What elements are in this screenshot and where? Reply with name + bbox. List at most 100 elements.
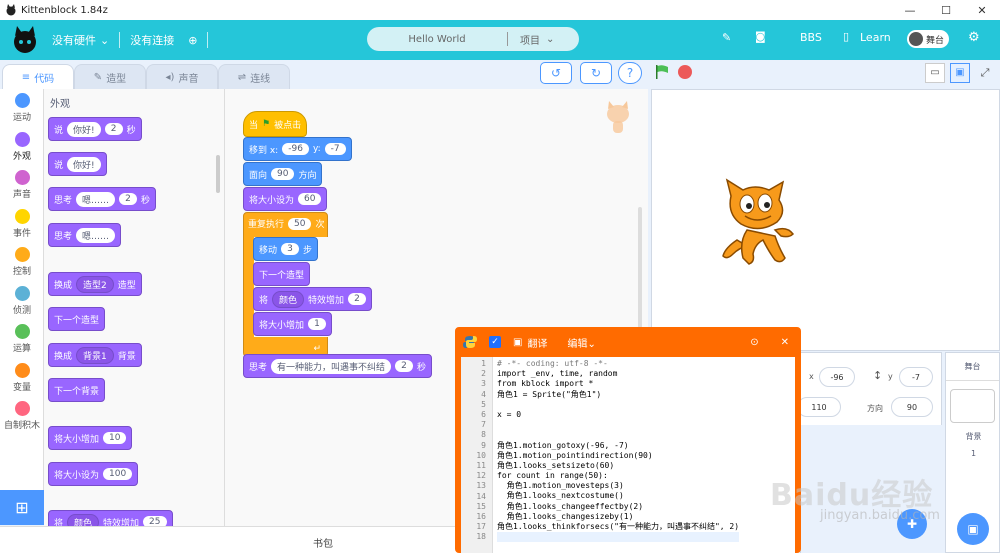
- block-change-size[interactable]: 将大小增加 10: [48, 426, 133, 450]
- code-line[interactable]: 角色1 = Sprite("角色1"): [497, 390, 739, 400]
- code-line[interactable]: 角色1.looks_nextcostume(): [497, 491, 739, 501]
- translate-button[interactable]: 翻译: [527, 335, 547, 350]
- code-editor[interactable]: 1 2 3 4 5 6 7 8 9 10 11 12 13 14 15 16 17 18 # -*- coding…: [461, 357, 795, 553]
- code-line[interactable]: 角色1.looks_changeeffectby(2): [497, 502, 739, 512]
- code-line[interactable]: [497, 430, 739, 440]
- category-2[interactable]: 声音: [0, 170, 44, 200]
- category-7[interactable]: 变量: [0, 362, 44, 393]
- category-1[interactable]: 外观: [0, 131, 44, 162]
- block-input[interactable]: -96: [282, 143, 309, 155]
- code-line[interactable]: 角色1.motion_gotoxy(-96, -7): [497, 441, 739, 451]
- hardware-menu[interactable]: 没有硬件 ⌄: [52, 32, 109, 48]
- add-extension-button[interactable]: ⊞: [0, 490, 44, 525]
- sprite-direction-input[interactable]: 90: [891, 397, 933, 417]
- stage-canvas[interactable]: [651, 89, 1000, 351]
- block-input[interactable]: 60: [298, 193, 322, 205]
- block-change-effect[interactable]: 将颜色 特效增加 25: [48, 510, 173, 526]
- block-input[interactable]: 50: [288, 217, 312, 230]
- backdrop-dropdown[interactable]: 背景1: [76, 346, 114, 364]
- code-line[interactable]: [497, 532, 740, 543]
- block-input[interactable]: -7: [324, 143, 346, 155]
- redo-button[interactable]: ↻: [580, 62, 612, 84]
- block-input[interactable]: 1: [308, 318, 327, 330]
- block-input[interactable]: 你好!: [67, 121, 101, 137]
- block-say[interactable]: 说你好!: [48, 152, 107, 176]
- bbs-link[interactable]: BBS: [800, 31, 822, 44]
- connection-menu[interactable]: 没有连接: [130, 32, 174, 48]
- code-line[interactable]: 角色1.looks_changesizeby(1): [497, 512, 739, 522]
- camera-icon[interactable]: ◙: [755, 30, 766, 43]
- code-line[interactable]: # -*- coding: utf-8 -*-: [497, 359, 739, 369]
- block-change-size[interactable]: 将大小增加 1: [253, 312, 333, 336]
- block-point-direction[interactable]: 面向 90 方向: [243, 162, 323, 186]
- block-think[interactable]: 思考 嗯……: [48, 223, 122, 247]
- category-3[interactable]: 事件: [0, 208, 44, 239]
- tab-wiring[interactable]: ⇌ 连线: [218, 64, 290, 90]
- block-set-size[interactable]: 将大小设为 100: [48, 462, 139, 486]
- edit-menu[interactable]: 编辑⌄: [567, 335, 595, 350]
- block-change-effect[interactable]: 将颜色 特效增加 2: [253, 287, 373, 311]
- block-input[interactable]: 你好!: [67, 156, 101, 172]
- block-move-steps[interactable]: 移动 3 步: [253, 237, 319, 261]
- block-input[interactable]: 2: [348, 293, 367, 305]
- run-icon[interactable]: ⊙: [750, 337, 758, 348]
- tab-sounds[interactable]: ◂) 声音: [146, 64, 218, 90]
- code-line[interactable]: for count in range(50):: [497, 471, 739, 481]
- block-input[interactable]: 90: [271, 168, 295, 180]
- code-line[interactable]: [497, 400, 739, 410]
- block-input[interactable]: 25: [143, 516, 167, 526]
- effect-dropdown[interactable]: 颜色: [272, 290, 305, 308]
- costume-dropdown[interactable]: 造型2: [76, 275, 114, 293]
- code-line[interactable]: x = 0: [497, 410, 739, 420]
- code-line[interactable]: import _env, time, random: [497, 369, 739, 379]
- category-5[interactable]: 侦测: [0, 285, 44, 316]
- code-line[interactable]: 角色1.motion_pointindirection(90): [497, 451, 739, 461]
- project-name-input[interactable]: Hello World: [367, 34, 507, 45]
- category-4[interactable]: 控制: [0, 247, 44, 277]
- palette-scrollbar[interactable]: [216, 155, 220, 193]
- block-input[interactable]: 嗯……: [76, 227, 116, 243]
- sprite-x-input[interactable]: -96: [819, 367, 855, 387]
- code-line[interactable]: from kblock import *: [497, 379, 739, 389]
- block-goto-xy[interactable]: 移到 x: -96 y: -7: [243, 137, 352, 161]
- maximize-button[interactable]: ☐: [928, 4, 964, 17]
- effect-dropdown[interactable]: 颜色: [67, 513, 100, 526]
- stage-toggle[interactable]: 舞台: [907, 30, 949, 48]
- fullscreen-button[interactable]: ⤢: [975, 63, 995, 83]
- block-switch-backdrop[interactable]: 换成 背景1 背景: [48, 343, 142, 367]
- code-line[interactable]: 角色1.looks_setsizeto(60): [497, 461, 739, 471]
- block-input[interactable]: 2: [104, 123, 123, 135]
- block-input[interactable]: 10: [103, 432, 127, 444]
- code-line[interactable]: 角色1.motion_movesteps(3): [497, 481, 739, 491]
- stage-thumbnail[interactable]: [950, 389, 995, 423]
- block-say-for-secs[interactable]: 说你好! 2 秒: [48, 117, 142, 141]
- sprite-size-input[interactable]: 110: [797, 397, 841, 417]
- project-menu[interactable]: 项目: [520, 32, 540, 47]
- category-6[interactable]: 运算: [0, 324, 44, 354]
- block-think-for-secs[interactable]: 思考 有一种能力，叫遇事不纠结 2 秒: [243, 354, 433, 378]
- category-0[interactable]: 运动: [0, 93, 44, 123]
- close-icon[interactable]: ✕: [781, 337, 789, 348]
- block-input[interactable]: 有一种能力，叫遇事不纠结: [271, 358, 392, 374]
- globe-icon[interactable]: ⊕: [188, 34, 197, 47]
- cat-sprite-icon[interactable]: [717, 178, 802, 270]
- code-line[interactable]: 角色1.looks_thinkforsecs("有一种能力，叫遇事不纠结", 2…: [497, 522, 739, 532]
- sync-checkbox[interactable]: ✓: [489, 336, 501, 348]
- block-input[interactable]: 3: [281, 243, 300, 255]
- undo-button[interactable]: ↺: [540, 62, 572, 84]
- pencil-icon[interactable]: ✎: [722, 31, 731, 44]
- terminal-icon[interactable]: ▣: [513, 337, 522, 348]
- small-stage-button[interactable]: ▭: [925, 63, 945, 83]
- block-next-backdrop[interactable]: 下一个背景: [48, 378, 106, 402]
- help-button[interactable]: ?: [618, 62, 642, 84]
- category-8[interactable]: 自制积木: [0, 401, 44, 431]
- block-next-costume[interactable]: 下一个造型: [48, 307, 106, 331]
- block-input[interactable]: 2: [119, 193, 138, 205]
- block-switch-costume[interactable]: 换成 造型2 造型: [48, 272, 142, 296]
- gear-icon[interactable]: ⚙: [968, 30, 980, 45]
- minimize-button[interactable]: —: [892, 4, 928, 17]
- close-window-button[interactable]: ✕: [964, 4, 1000, 17]
- tab-code[interactable]: ≡ 代码: [2, 64, 74, 90]
- block-input[interactable]: 嗯……: [76, 191, 116, 207]
- block-input[interactable]: 100: [103, 468, 133, 480]
